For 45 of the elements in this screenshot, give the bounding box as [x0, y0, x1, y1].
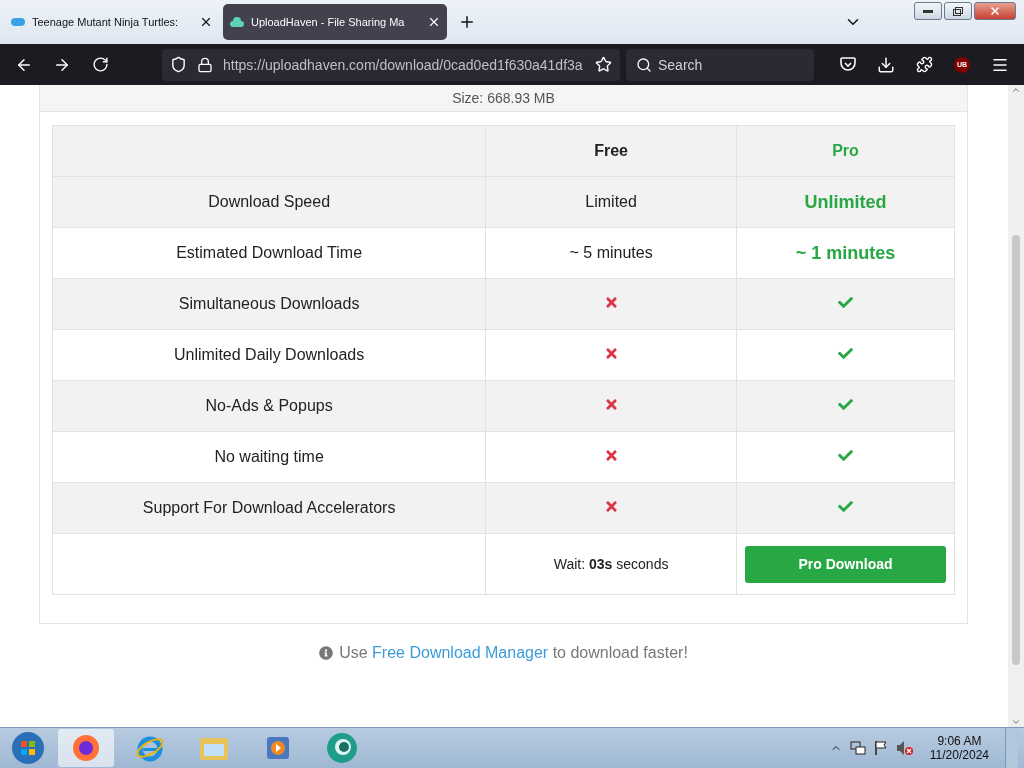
feature-label: Simultaneous Downloads [178, 295, 360, 312]
column-header: Pro [832, 142, 859, 159]
cloud-icon [229, 16, 245, 28]
close-icon[interactable] [427, 15, 441, 29]
feature-label: No-Ads & Popups [205, 397, 333, 414]
table-cell-text: Limited [585, 193, 637, 210]
clock[interactable]: 9:06 AM 11/20/2024 [929, 734, 989, 762]
minimize-icon[interactable] [923, 9, 933, 13]
wait-countdown: Wait: 03s seconds [553, 556, 669, 572]
feature-label: Download Speed [208, 193, 331, 210]
firefox-taskbar-icon[interactable] [58, 729, 114, 767]
feature-label: Estimated Download Time [176, 244, 363, 261]
feature-label: No waiting time [214, 448, 324, 465]
restore-icon[interactable] [953, 6, 963, 16]
restore-button[interactable] [944, 2, 972, 20]
lock-icon[interactable] [197, 56, 213, 73]
feature-label: Unlimited Daily Downloads [173, 346, 365, 363]
download-tip: Use Free Download Manager to download faster! [339, 644, 688, 662]
search-icon [636, 56, 652, 73]
table-cell-text: Unlimited [804, 191, 887, 212]
feature-label: Support For Download Accelerators [142, 499, 396, 516]
tab-title: UploadHaven - File Sharing Ma [251, 16, 406, 28]
info-icon [319, 646, 334, 660]
table-cell-text: ~ 1 minutes [795, 242, 896, 263]
close-icon[interactable] [199, 15, 213, 29]
scroll-up-icon[interactable] [1011, 85, 1021, 95]
scroll-down-icon[interactable] [1011, 717, 1021, 727]
tab-title: Teenage Mutant Ninja Turtles: [32, 16, 180, 28]
bookmark-star-icon[interactable] [595, 56, 612, 73]
table-cell-text: ~ 5 minutes [569, 244, 653, 261]
address-bar[interactable]: https://uploadhaven.com/download/0cad0ed1f630a41df3a [162, 48, 620, 81]
file-size: Size: 668.93 MB [452, 90, 555, 106]
network-icon[interactable] [849, 740, 866, 756]
search-field[interactable]: Search [626, 48, 814, 81]
flag-icon[interactable] [873, 740, 888, 756]
muted-speaker-icon[interactable] [895, 740, 914, 756]
mask-icon [10, 16, 26, 28]
minimize-button[interactable] [914, 2, 942, 20]
browser-tab[interactable]: UploadHaven - File Sharing Ma [223, 4, 447, 40]
scrollbar[interactable] [1008, 85, 1024, 727]
scrollbar-thumb[interactable] [1012, 235, 1020, 665]
browser-tab[interactable]: Teenage Mutant Ninja Turtles: [4, 4, 219, 40]
column-header: Free [594, 142, 628, 159]
close-button[interactable] [974, 2, 1016, 20]
shield-icon[interactable] [170, 56, 187, 73]
